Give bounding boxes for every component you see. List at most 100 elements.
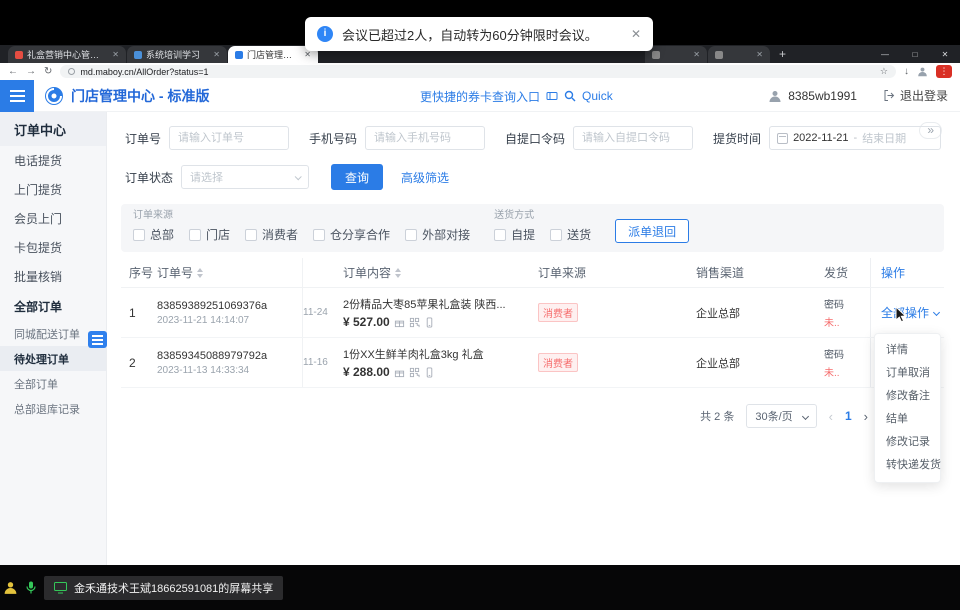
- menu-item-edit-note[interactable]: 修改备注: [875, 385, 940, 408]
- order-time: 2023-11-21 14:14:07: [157, 315, 249, 326]
- menu-item-details[interactable]: 详情: [875, 339, 940, 362]
- sidebar-item-hq-return-records[interactable]: 总部退库记录: [0, 396, 106, 421]
- microphone-icon[interactable]: [25, 580, 37, 595]
- download-icon[interactable]: ↓: [904, 66, 909, 77]
- order-status-select[interactable]: 请选择: [181, 165, 309, 189]
- pickup-date-cell: 11-16: [303, 338, 343, 387]
- sidebar-item-card-pickup[interactable]: 卡包提货: [0, 233, 106, 262]
- monitor-icon: [54, 582, 67, 594]
- per-page-select[interactable]: 30条/页: [746, 404, 816, 428]
- pickup-date-cell: 11-24: [303, 288, 343, 337]
- browser-tab-4[interactable]: ✕: [645, 46, 707, 63]
- phone-input[interactable]: [365, 126, 485, 150]
- browser-update-menu-icon[interactable]: ⋮: [936, 65, 952, 78]
- sidebar-item-member-visit[interactable]: 会员上门: [0, 204, 106, 233]
- quick-link[interactable]: Quick: [582, 89, 613, 103]
- window-minimize-button[interactable]: —: [870, 45, 900, 63]
- source-badge: 消费者: [538, 353, 578, 372]
- new-tab-button[interactable]: +: [779, 47, 786, 61]
- checkbox-warehouse-share[interactable]: 仓分享合作: [313, 226, 390, 243]
- browser-tab-giftbox[interactable]: 礼盒营销中心管理中心 ✕: [8, 46, 126, 63]
- advanced-filter-link[interactable]: 高级筛选: [401, 169, 449, 186]
- table-row[interactable]: 2 83859345088979792a 2023-11-13 14:33:34…: [121, 338, 944, 388]
- menu-item-close-order[interactable]: 结单: [875, 408, 940, 431]
- next-page-button[interactable]: ›: [864, 409, 868, 424]
- coupon-query-link[interactable]: 更快捷的券卡查询入口: [420, 88, 540, 105]
- tab-close-icon[interactable]: ✕: [756, 50, 763, 59]
- bookmark-star-icon[interactable]: ☆: [880, 66, 888, 77]
- menu-item-edit-history[interactable]: 修改记录: [875, 431, 940, 454]
- calendar-icon: [777, 133, 788, 144]
- checkbox-icon[interactable]: [313, 229, 325, 241]
- order-source-cell: 消费者: [538, 338, 696, 387]
- date-start-value[interactable]: 2022-11-21: [793, 132, 848, 144]
- address-bar[interactable]: md.maboy.cn/AllOrder?status=1 ☆: [60, 65, 896, 78]
- checkbox-icon[interactable]: [245, 229, 257, 241]
- checkbox-icon[interactable]: [405, 229, 417, 241]
- tab-close-icon[interactable]: ✕: [112, 50, 119, 59]
- forward-icon[interactable]: →: [26, 66, 36, 77]
- order-no: 83859389251069376a: [157, 300, 267, 312]
- sidebar-section-all-orders[interactable]: 全部订单: [0, 291, 106, 321]
- order-source-label: 订单来源: [133, 206, 470, 221]
- sidebar-float-menu-icon[interactable]: [88, 331, 107, 348]
- menu-item-cancel-order[interactable]: 订单取消: [875, 362, 940, 385]
- sidebar-item-batch-verify[interactable]: 批量核销: [0, 262, 106, 291]
- prev-page-button[interactable]: ‹: [829, 409, 833, 424]
- checkbox-hq[interactable]: 总部: [133, 226, 174, 243]
- search-button[interactable]: 查询: [331, 164, 383, 190]
- checkbox-external[interactable]: 外部对接: [405, 226, 470, 243]
- tab-close-icon[interactable]: ✕: [213, 50, 220, 59]
- delivery-method-label: 送货方式: [494, 206, 591, 221]
- dispatch-return-button[interactable]: 派单退回: [615, 219, 689, 243]
- checkbox-delivery[interactable]: 送货: [550, 226, 591, 243]
- pagination: 共 2 条 30条/页 ‹ 1 ›: [700, 404, 868, 428]
- pickup-code-input[interactable]: [573, 126, 693, 150]
- browser-tab-store-active[interactable]: 门店管理中心 ✕: [228, 46, 318, 63]
- header-content[interactable]: 订单内容: [343, 258, 538, 287]
- date-range-picker[interactable]: 2022-11-21 - 结束日期: [769, 126, 941, 150]
- browser-tab-5[interactable]: ✕: [708, 46, 770, 63]
- order-no-input[interactable]: [169, 126, 289, 150]
- row-index: 2: [121, 338, 157, 387]
- sort-icon[interactable]: [395, 268, 401, 278]
- checkbox-self-pickup[interactable]: 自提: [494, 226, 535, 243]
- sidebar-item-pending-orders[interactable]: 待处理订单: [0, 346, 106, 371]
- checkbox-consumer[interactable]: 消费者: [245, 226, 298, 243]
- reload-icon[interactable]: ↻: [44, 66, 52, 77]
- tab-close-icon[interactable]: ✕: [693, 50, 700, 59]
- profile-avatar-icon[interactable]: [917, 66, 928, 77]
- browser-tab-training[interactable]: 系统培训学习 ✕: [127, 46, 227, 63]
- header-order-no[interactable]: 订单号: [157, 258, 303, 287]
- all-actions-dropdown[interactable]: 全部操作: [870, 288, 944, 337]
- checkbox-icon[interactable]: [494, 229, 506, 241]
- checkbox-icon[interactable]: [189, 229, 201, 241]
- notification-close-icon[interactable]: ✕: [631, 27, 641, 41]
- checkbox-icon[interactable]: [550, 229, 562, 241]
- sidebar-item-all-orders[interactable]: 全部订单: [0, 371, 106, 396]
- date-end-placeholder[interactable]: 结束日期: [862, 130, 906, 146]
- logout-button[interactable]: 退出登录: [883, 87, 948, 104]
- window-controls: — □ ✕: [870, 45, 960, 63]
- site-info-icon[interactable]: [68, 68, 75, 75]
- hamburger-menu-icon[interactable]: [0, 80, 34, 112]
- sort-icon[interactable]: [197, 268, 203, 278]
- logout-icon: [883, 89, 896, 102]
- checkbox-store[interactable]: 门店: [189, 226, 230, 243]
- current-page-button[interactable]: 1: [845, 409, 852, 423]
- participant-icon[interactable]: [3, 580, 18, 595]
- screen-share-pill[interactable]: 金禾通技术王斌18662591081的屏幕共享: [44, 576, 283, 600]
- checkbox-icon[interactable]: [133, 229, 145, 241]
- window-close-button[interactable]: ✕: [930, 45, 960, 63]
- tab-label: 礼盒营销中心管理中心: [27, 48, 106, 61]
- back-icon[interactable]: ←: [8, 66, 18, 77]
- window-maximize-button[interactable]: □: [900, 45, 930, 63]
- search-icon[interactable]: [564, 90, 576, 102]
- menu-item-express-ship[interactable]: 转快递发货: [875, 454, 940, 477]
- row-index: 1: [121, 288, 157, 337]
- table-row[interactable]: 1 83859389251069376a 2023-11-21 14:14:07…: [121, 288, 944, 338]
- sidebar-item-phone-pickup[interactable]: 电话提货: [0, 146, 106, 175]
- sidebar-item-door-pickup[interactable]: 上门提货: [0, 175, 106, 204]
- header-label: 订单内容: [343, 264, 391, 281]
- tab-close-icon[interactable]: ✕: [304, 50, 311, 59]
